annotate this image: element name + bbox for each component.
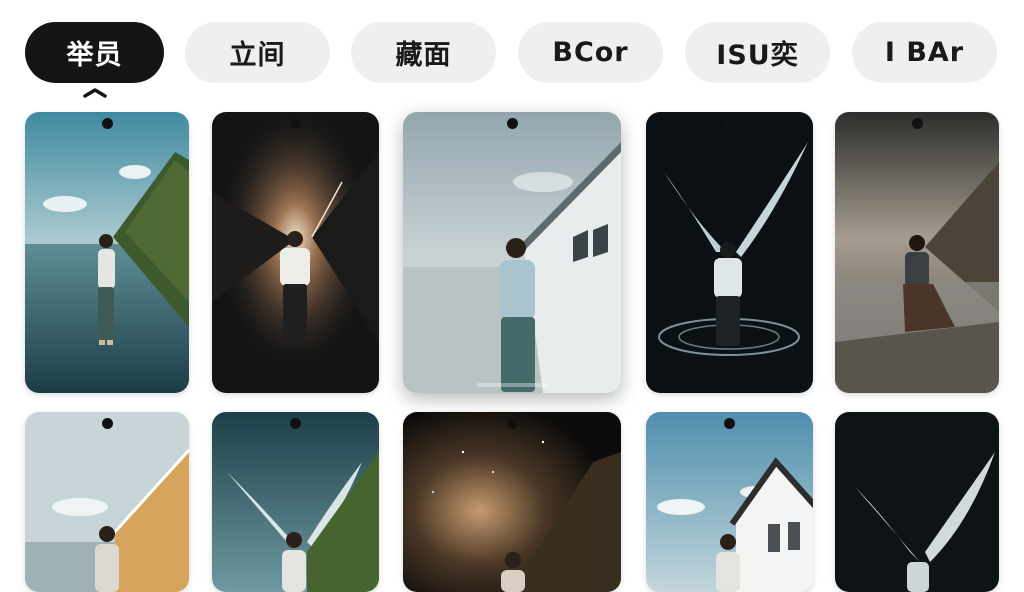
gallery-item[interactable] <box>646 412 813 592</box>
artwork-image <box>212 112 379 393</box>
tab-4[interactable]: BCor <box>518 22 663 83</box>
camera-notch <box>724 418 735 429</box>
gallery-item[interactable] <box>25 412 189 592</box>
home-indicator <box>477 383 547 387</box>
artwork-image <box>646 112 813 393</box>
artwork-image <box>25 412 189 592</box>
camera-notch <box>724 118 735 129</box>
camera-notch <box>506 418 518 429</box>
artwork-image <box>403 412 621 592</box>
gallery-item[interactable] <box>403 412 621 592</box>
gallery-item[interactable] <box>646 112 813 393</box>
camera-notch <box>911 118 923 129</box>
camera-notch <box>506 118 518 129</box>
camera-notch <box>911 418 923 429</box>
gallery-item[interactable] <box>835 412 999 592</box>
tab-5[interactable]: ISU奕 <box>685 22 830 83</box>
gallery-item[interactable] <box>403 112 621 393</box>
camera-notch <box>101 418 113 429</box>
gallery-item[interactable] <box>835 112 999 393</box>
artwork-image <box>25 112 189 393</box>
tab-6[interactable]: I BAr <box>852 22 997 83</box>
camera-notch <box>290 418 301 429</box>
gallery-item[interactable] <box>212 112 379 393</box>
tab-3[interactable]: 藏面 <box>351 22 496 83</box>
tab-2[interactable]: 立间 <box>185 22 330 83</box>
camera-notch <box>101 118 113 129</box>
gallery-item[interactable] <box>25 112 189 393</box>
gallery-item[interactable] <box>212 412 379 592</box>
artwork-image <box>835 412 999 592</box>
artwork-image <box>835 112 999 393</box>
active-tab-indicator-icon <box>83 88 107 98</box>
tab-1[interactable]: 举员 <box>25 22 164 83</box>
artwork-image <box>212 412 379 592</box>
camera-notch <box>290 118 301 129</box>
artwork-image <box>403 112 621 393</box>
artwork-image <box>646 412 813 592</box>
